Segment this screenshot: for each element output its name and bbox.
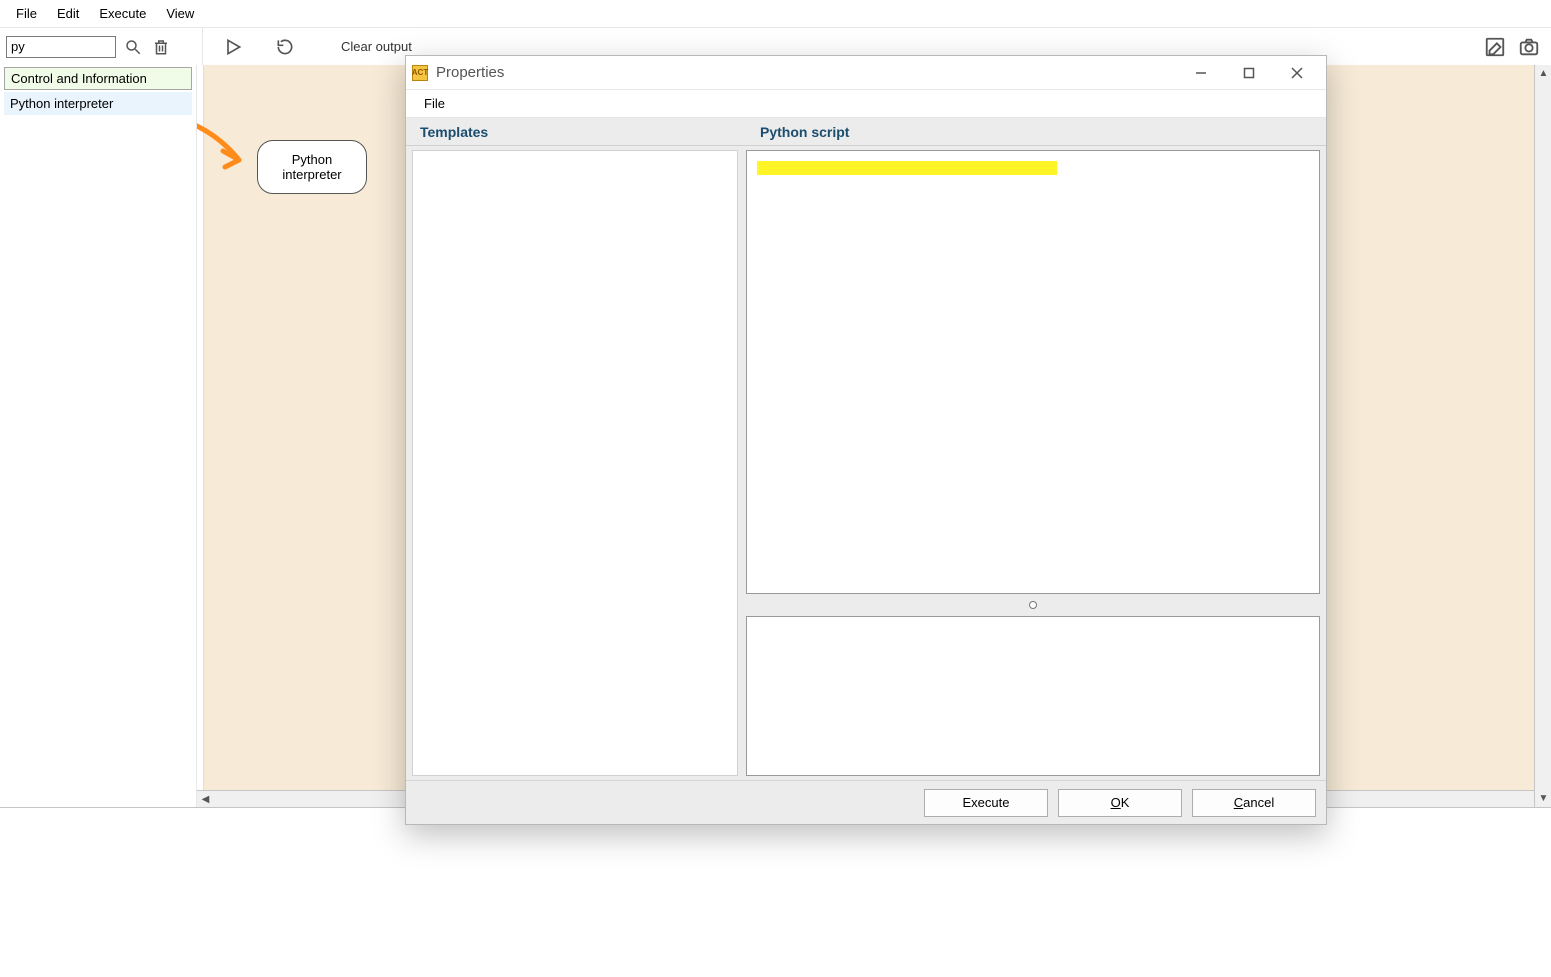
splitter-handle[interactable] bbox=[746, 600, 1320, 610]
scroll-down-icon[interactable]: ▼ bbox=[1535, 790, 1551, 807]
dialog-window-controls bbox=[1178, 59, 1320, 87]
close-icon[interactable] bbox=[1274, 59, 1320, 87]
script-highlight-annotation bbox=[757, 161, 1057, 175]
toolbar-mid: Clear output bbox=[203, 28, 412, 65]
search-input[interactable] bbox=[6, 36, 116, 58]
search-wrap bbox=[6, 36, 116, 58]
execute-button[interactable]: Execute bbox=[924, 789, 1048, 817]
ok-mnemonic: O bbox=[1111, 795, 1121, 810]
sidebar-item-python-interpreter[interactable]: Python interpreter bbox=[4, 92, 192, 115]
cancel-button[interactable]: Cancel bbox=[1192, 789, 1316, 817]
app-root: File Edit Execute View Clear outp bbox=[0, 0, 1551, 977]
sidebar-category-control-and-information[interactable]: Control and Information bbox=[4, 67, 192, 90]
trash-icon[interactable] bbox=[150, 36, 172, 58]
cancel-rest: ancel bbox=[1243, 795, 1274, 810]
scroll-left-icon[interactable]: ◀ bbox=[197, 791, 214, 807]
menu-edit[interactable]: Edit bbox=[47, 2, 89, 25]
camera-icon[interactable] bbox=[1517, 35, 1541, 59]
python-script-editor[interactable] bbox=[746, 150, 1320, 594]
templates-pane[interactable] bbox=[412, 150, 738, 776]
menubar: File Edit Execute View bbox=[0, 0, 1551, 27]
menu-view[interactable]: View bbox=[156, 2, 204, 25]
dialog-app-icon: ACT bbox=[412, 65, 428, 81]
menu-file[interactable]: File bbox=[6, 2, 47, 25]
menu-execute[interactable]: Execute bbox=[89, 2, 156, 25]
cancel-mnemonic: C bbox=[1234, 795, 1243, 810]
splitter-grip-icon bbox=[1029, 601, 1037, 609]
dialog-menubar: File bbox=[406, 90, 1326, 118]
scroll-up-icon[interactable]: ▲ bbox=[1535, 65, 1551, 82]
dialog-titlebar[interactable]: ACT Properties bbox=[406, 56, 1326, 90]
play-icon[interactable] bbox=[221, 35, 245, 59]
dialog-menu-file[interactable]: File bbox=[416, 94, 453, 113]
node-python-interpreter[interactable]: Python interpreter bbox=[257, 140, 367, 194]
ok-button[interactable]: OK bbox=[1058, 789, 1182, 817]
properties-dialog: ACT Properties File Templates Python scr… bbox=[405, 55, 1327, 825]
ok-rest: K bbox=[1121, 795, 1130, 810]
toolbar-right bbox=[1483, 35, 1551, 59]
clear-output-button[interactable]: Clear output bbox=[341, 39, 412, 54]
canvas-scrollbar-vertical[interactable]: ▲ ▼ bbox=[1534, 65, 1551, 807]
reset-icon[interactable] bbox=[273, 35, 297, 59]
minimize-icon[interactable] bbox=[1178, 59, 1224, 87]
canvas-edge bbox=[197, 65, 203, 790]
arrow-annotation bbox=[197, 105, 261, 205]
dialog-title: Properties bbox=[436, 64, 504, 81]
script-output-pane[interactable] bbox=[746, 616, 1320, 776]
dialog-body bbox=[406, 146, 1326, 780]
dialog-button-bar: Execute OK Cancel bbox=[406, 780, 1326, 824]
script-column bbox=[746, 150, 1320, 776]
maximize-icon[interactable] bbox=[1226, 59, 1272, 87]
search-icon[interactable] bbox=[122, 36, 144, 58]
dialog-section-headers: Templates Python script bbox=[406, 118, 1326, 146]
edit-note-icon[interactable] bbox=[1483, 35, 1507, 59]
section-header-templates: Templates bbox=[406, 118, 746, 145]
section-header-python-script: Python script bbox=[746, 118, 1326, 145]
output-panel bbox=[0, 807, 1551, 977]
toolbar-left bbox=[6, 28, 203, 65]
component-sidebar: Control and Information Python interpret… bbox=[0, 65, 197, 807]
